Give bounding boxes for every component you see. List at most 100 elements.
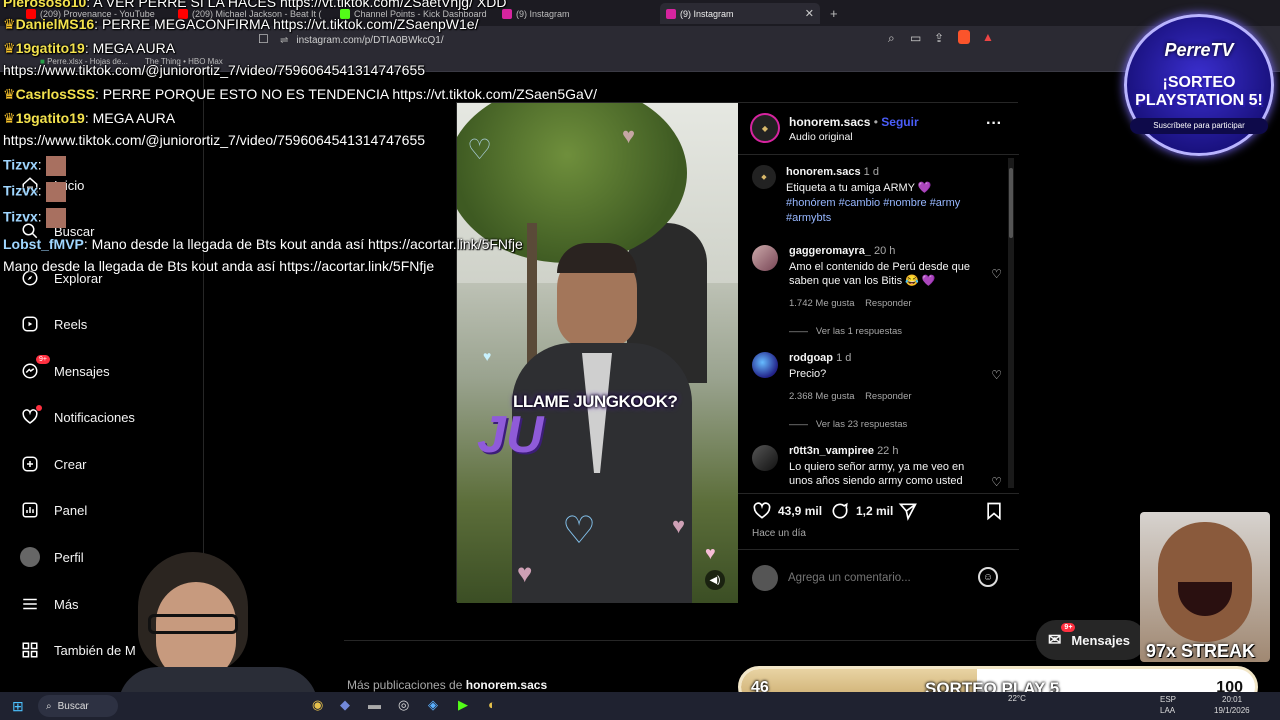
- site-settings-icon[interactable]: ⇌: [280, 35, 288, 46]
- new-tab-button[interactable]: +: [824, 3, 844, 24]
- heart-decoration-icon: ♥: [672, 513, 686, 538]
- divider: [738, 493, 1019, 494]
- chat-message: Pierososo10: A VER PERRE SI LA HACES htt…: [3, 0, 507, 10]
- messages-badge: 9+: [36, 355, 50, 364]
- commenter-username[interactable]: rodgoap 1 d: [789, 352, 851, 364]
- chat-message: https://www.tiktok.com/@juniorortiz_7/vi…: [3, 132, 426, 148]
- taskbar-search[interactable]: ⌕ Buscar: [38, 695, 118, 717]
- sidebar-item-crear[interactable]: Crear: [20, 449, 87, 479]
- my-avatar: [752, 565, 778, 591]
- instagram-icon: [502, 8, 512, 19]
- caption-hashtags[interactable]: #honórem #cambio #nombre #army #armybts: [786, 196, 986, 226]
- share-icon[interactable]: ⇪: [934, 31, 944, 45]
- kick-icon[interactable]: ▶: [458, 697, 468, 713]
- comment-likes[interactable]: 1.742 Me gusta: [789, 298, 855, 309]
- brand-logo: PerreTV: [1164, 40, 1234, 60]
- like-comment-icon[interactable]: ♡: [991, 267, 1002, 281]
- caption-username[interactable]: honorem.sacs: [786, 166, 861, 178]
- app-icon[interactable]: ◎: [398, 697, 409, 713]
- comment-text: Lo quiero señor army, ya me veo en unos …: [789, 461, 965, 487]
- view-replies-button[interactable]: —— Ver las 23 respuestas: [789, 419, 907, 430]
- reel-video[interactable]: LLAME JUNGKOOK? JU ♡ ♡ ♥ ♥ ♥ ♥ ♥ ◀): [457, 103, 738, 603]
- reply-button[interactable]: Responder: [865, 391, 911, 402]
- language-indicator[interactable]: ESP: [1160, 695, 1176, 704]
- app-icon[interactable]: ▬: [368, 697, 381, 712]
- bts-logo-overlay: JU: [477, 406, 544, 464]
- scrollbar-thumb[interactable]: [1009, 168, 1013, 238]
- instagram-icon: [666, 8, 676, 19]
- clock-time[interactable]: 20:01: [1222, 695, 1242, 704]
- commenter-avatar[interactable]: [752, 445, 778, 471]
- author-username[interactable]: honorem.sacs: [789, 115, 870, 129]
- likes-count: 43,9 mil: [778, 504, 823, 518]
- sidebar-item-mas[interactable]: Más: [20, 589, 79, 619]
- commenter-username[interactable]: gaggeromayra_ 20 h: [789, 245, 895, 257]
- like-action[interactable]: 43,9 mil: [752, 501, 822, 521]
- share-button[interactable]: [898, 501, 918, 526]
- audio-label[interactable]: Audio original: [789, 131, 853, 143]
- sidebar-item-perfil[interactable]: Perfil: [20, 542, 84, 572]
- emoji-icon[interactable]: ☺: [978, 567, 998, 587]
- view-replies-button[interactable]: —— Ver las 1 respuestas: [789, 326, 902, 337]
- app-icon[interactable]: ◈: [428, 697, 438, 713]
- more-options-button[interactable]: ···: [986, 115, 1002, 133]
- save-button[interactable]: [984, 501, 1004, 526]
- app-icon[interactable]: ◐: [488, 697, 496, 712]
- like-comment-icon[interactable]: ♡: [991, 475, 1002, 489]
- more-posts-user-link[interactable]: honorem.sacs: [466, 678, 547, 692]
- commenter-username[interactable]: r0tt3n_vampiree 22 h: [789, 445, 898, 457]
- audio-toggle-icon[interactable]: ◀): [705, 570, 725, 590]
- chat-message: ♛19gatito19: MEGA AURA: [3, 110, 176, 126]
- comment-likes[interactable]: 2.368 Me gusta: [789, 391, 855, 402]
- weather-widget[interactable]: 22°C: [1008, 694, 1026, 703]
- bookmark-star-icon[interactable]: ☐: [258, 32, 269, 46]
- sidebar-item-notificaciones[interactable]: Notificaciones: [20, 402, 135, 432]
- commenter-avatar[interactable]: [752, 352, 778, 378]
- reaction-image: [1140, 512, 1270, 662]
- close-tab-icon[interactable]: ✕: [805, 7, 814, 20]
- divider: [738, 154, 1019, 155]
- brave-shield-icon[interactable]: [958, 30, 970, 44]
- streamer-webcam: [118, 552, 318, 692]
- zoom-icon[interactable]: ⌕: [888, 31, 895, 46]
- heart-decoration-icon: ♡: [467, 134, 493, 165]
- tab-instagram-active[interactable]: (9) Instagram ✕: [660, 3, 820, 24]
- post-details-panel: ◆ honorem.sacs • Seguir Audio original ·…: [738, 103, 1019, 603]
- emote-icon: [45, 156, 66, 176]
- emote-icon: [45, 182, 66, 202]
- author-line: honorem.sacs • Seguir: [789, 115, 919, 129]
- like-comment-icon[interactable]: ♡: [991, 368, 1002, 382]
- messages-pill-button[interactable]: ✉ 9+ Mensajes: [1036, 620, 1146, 660]
- crown-icon: ♛: [3, 110, 16, 126]
- messenger-icon: ✉ 9+: [1048, 623, 1076, 650]
- comment-meta: 1.742 Me gusta Responder: [789, 298, 912, 309]
- streamer-shirt: [118, 667, 318, 692]
- brave-rewards-icon[interactable]: ▲: [982, 30, 994, 44]
- comment-action[interactable]: 1,2 mil: [830, 501, 893, 521]
- reply-button[interactable]: Responder: [865, 298, 911, 309]
- url-field[interactable]: ⇌ instagram.com/p/DTIA0BWkcQ1/: [280, 32, 880, 48]
- chat-message: Tizvx:: [3, 208, 66, 228]
- streamer-glasses: [148, 614, 238, 634]
- author-avatar[interactable]: ◆: [750, 113, 780, 143]
- sidebar-item-reels[interactable]: Reels: [20, 309, 87, 339]
- discord-icon[interactable]: ◆: [340, 697, 350, 713]
- caption-avatar[interactable]: ◆: [752, 165, 776, 189]
- follow-button[interactable]: Seguir: [881, 115, 918, 129]
- commenter-avatar[interactable]: [752, 245, 778, 271]
- sidebar-item-mensajes[interactable]: 9+ Mensajes: [20, 355, 110, 386]
- tab-instagram[interactable]: (9) Instagram: [496, 3, 656, 24]
- cast-icon[interactable]: ▭: [910, 31, 921, 45]
- chat-message: Tizvx:: [3, 182, 66, 202]
- heart-icon: [20, 405, 42, 427]
- comment-input[interactable]: [788, 567, 968, 589]
- promo-subtitle: Suscríbete para participar: [1130, 118, 1268, 134]
- app-icon[interactable]: ◉: [312, 697, 323, 713]
- comment-item: r0tt3n_vampiree 22 h Lo quiero señor arm…: [752, 445, 1002, 489]
- comment-text: Precio?: [789, 368, 827, 380]
- sidebar-item-panel[interactable]: Panel: [20, 495, 87, 525]
- windows-start-icon[interactable]: ⊞: [12, 698, 24, 715]
- divider: [738, 549, 1019, 550]
- chat-message: Tizvx:: [3, 156, 66, 176]
- windows-taskbar: ⊞ ⌕ Buscar ◉ ◆ ▬ ◎ ◈ ▶ ◐ 22°C ESP LAA 20:…: [0, 692, 1280, 720]
